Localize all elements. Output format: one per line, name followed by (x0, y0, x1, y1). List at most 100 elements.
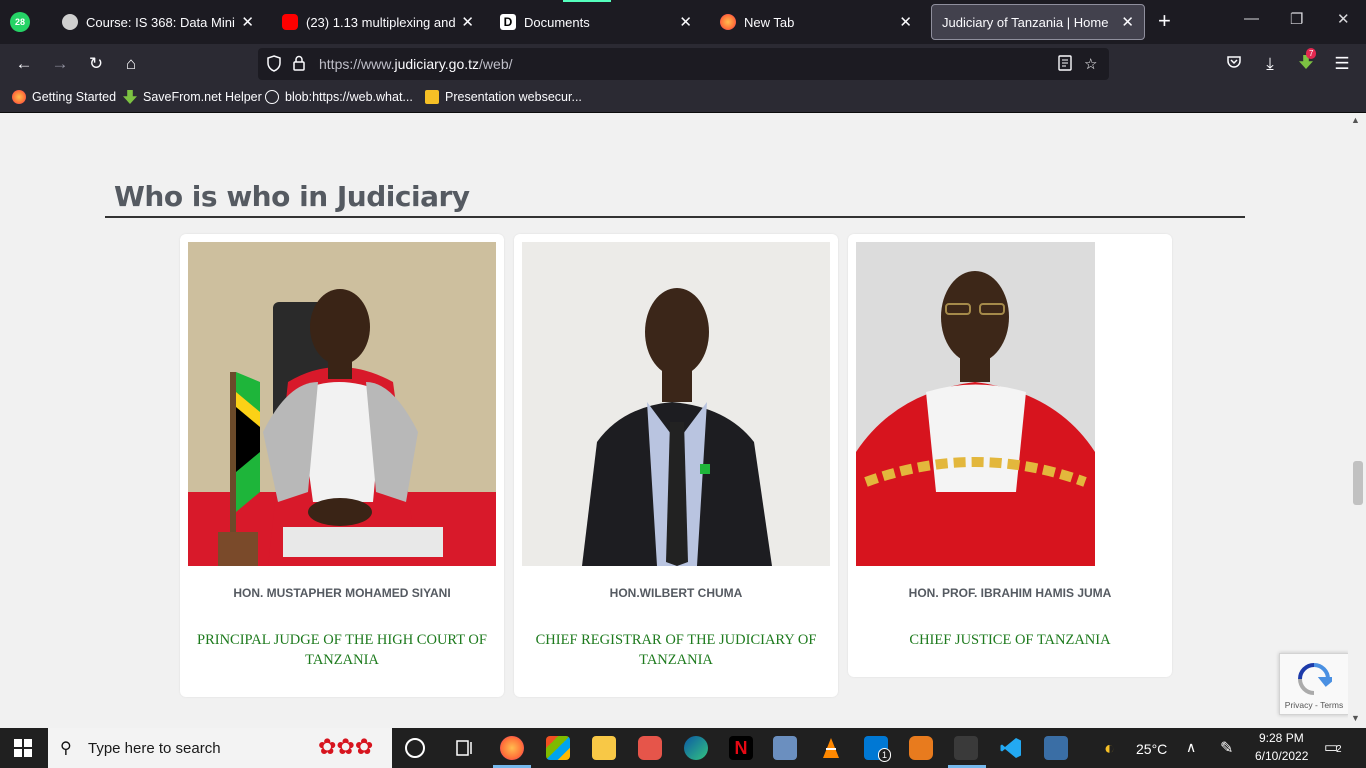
bookmark-label: Presentation websecur... (445, 90, 582, 104)
forward-icon[interactable]: → (50, 54, 70, 74)
task-view-icon[interactable] (453, 736, 477, 760)
documents-icon: D (500, 14, 516, 30)
bookmark-presentation[interactable]: Presentation websecur... (425, 90, 582, 104)
reload-icon[interactable]: ↻ (86, 54, 106, 74)
clock-date[interactable]: 6/10/2022 (1255, 749, 1308, 763)
url-bar[interactable]: https://www.judiciary.go.tz/web/ ☆ (258, 48, 1109, 80)
clock-time[interactable]: 9:28 PM (1259, 731, 1304, 745)
tracking-shield-icon[interactable] (266, 55, 282, 76)
bookmarks-toolbar: Getting Started SaveFrom.net Helper blob… (0, 84, 1366, 113)
scrollbar-thumb[interactable] (1353, 461, 1363, 505)
remote-desktop-icon[interactable] (773, 736, 797, 760)
restore-icon[interactable]: ❐ (1290, 10, 1303, 28)
firefox-taskbar-icon[interactable] (500, 736, 524, 760)
page-viewport: Who is who in Judiciary HON. MUSTAPHER M… (0, 113, 1366, 728)
close-icon[interactable]: ✕ (241, 13, 254, 31)
savefrom-icon (123, 90, 137, 104)
bookmark-savefrom[interactable]: SaveFrom.net Helper (123, 90, 262, 104)
url-text[interactable]: https://www.judiciary.go.tz/web/ (319, 56, 513, 72)
close-icon[interactable]: ✕ (679, 13, 692, 31)
person-photo (856, 242, 1095, 566)
scroll-up-icon[interactable]: ▲ (1351, 115, 1360, 125)
window-close-icon[interactable]: ✕ (1337, 10, 1350, 28)
back-icon[interactable]: ← (14, 54, 34, 74)
edge-icon[interactable] (684, 736, 708, 760)
section-title: Who is who in Judiciary (114, 180, 470, 213)
extension-badge: 7 (1306, 48, 1317, 59)
close-icon[interactable]: ✕ (461, 13, 474, 31)
xampp-icon[interactable] (909, 736, 933, 760)
tab-documents[interactable]: D Documents ✕ (490, 4, 702, 40)
title-divider (105, 216, 1245, 218)
lock-icon[interactable] (292, 55, 306, 75)
url-prefix: https://www. (319, 56, 395, 72)
file-explorer-icon[interactable] (592, 736, 616, 760)
tab-title: New Tab (744, 14, 795, 30)
page-scrollbar[interactable]: ▲ ▼ (1348, 113, 1366, 728)
pocket-icon[interactable] (1224, 54, 1244, 75)
person-role: CHIEF REGISTRAR OF THE JUDICIARY OF TANZ… (535, 632, 817, 668)
person-name: HON. PROF. IBRAHIM HAMIS JUMA (908, 586, 1112, 600)
close-icon[interactable]: ✕ (899, 13, 912, 31)
recaptcha-icon (1298, 663, 1332, 695)
bookmark-star-icon[interactable]: ☆ (1084, 55, 1097, 73)
scroll-down-icon[interactable]: ▼ (1351, 713, 1360, 723)
windows-start-icon[interactable] (14, 739, 32, 757)
bookmark-label: Getting Started (32, 90, 117, 104)
minimize-icon[interactable]: — (1244, 10, 1259, 27)
url-domain: judiciary.go.tz (394, 56, 480, 72)
new-tab-button[interactable]: + (1158, 10, 1171, 32)
reader-view-icon[interactable] (1058, 55, 1072, 75)
person-card[interactable]: HON.WILBERT CHUMA CHIEF REGISTRAR OF THE… (514, 234, 838, 697)
photos-icon[interactable] (1044, 736, 1068, 760)
downloads-icon[interactable]: ⤓ (1260, 54, 1280, 74)
tab-new-tab[interactable]: New Tab ✕ (710, 4, 922, 40)
bookmark-blob[interactable]: blob:https://web.what... (265, 90, 413, 104)
cortana-icon[interactable] (405, 738, 425, 758)
tab-loading-indicator (563, 0, 611, 2)
snipping-tool-icon[interactable] (954, 736, 978, 760)
person-photo (188, 242, 496, 566)
tab-title: (23) 1.13 multiplexing and typ (306, 14, 456, 30)
menu-icon[interactable]: ☰ (1332, 54, 1352, 74)
person-role: PRINCIPAL JUDGE OF THE HIGH COURT OF TAN… (197, 632, 487, 668)
tab-bar: 28 Course: IS 368: Data Mining and ✕ (23… (0, 0, 1366, 44)
recaptcha-badge[interactable]: Privacy - Terms (1279, 653, 1349, 715)
youtube-icon (282, 14, 298, 30)
tab-youtube[interactable]: (23) 1.13 multiplexing and typ ✕ (272, 4, 484, 40)
tab-course[interactable]: Course: IS 368: Data Mining and ✕ (52, 4, 264, 40)
whatsapp-badge-icon[interactable]: 28 (10, 12, 30, 32)
home-icon[interactable]: ⌂ (121, 54, 141, 74)
person-photo (522, 242, 830, 566)
bookmark-getting-started[interactable]: Getting Started (12, 90, 116, 104)
notification-count: 2 (1336, 744, 1342, 755)
search-icon: ⚲ (60, 740, 72, 757)
url-path: /web/ (479, 56, 513, 72)
pen-icon[interactable]: ✎ (1220, 738, 1233, 758)
taskbar-search[interactable]: ⚲ Type here to search ✿✿✿ (48, 728, 392, 768)
savefrom-extension-icon[interactable]: 7 (1296, 48, 1317, 74)
person-card[interactable]: HON. PROF. IBRAHIM HAMIS JUMA CHIEF JUST… (848, 234, 1172, 677)
tab-title: Course: IS 368: Data Mining and (86, 14, 235, 30)
tab-title: Documents (524, 14, 590, 30)
moodle-icon (62, 14, 78, 30)
tab-judiciary[interactable]: Judiciary of Tanzania | Home ✕ (931, 4, 1145, 40)
person-name: HON.WILBERT CHUMA (609, 586, 743, 600)
netflix-icon[interactable]: N (729, 736, 753, 760)
recaptcha-links[interactable]: Privacy - Terms (1280, 700, 1348, 710)
tab-title: Judiciary of Tanzania | Home (942, 14, 1109, 30)
camera-app-icon[interactable] (638, 736, 662, 760)
store-icon[interactable] (546, 736, 570, 760)
vscode-icon[interactable] (999, 736, 1023, 760)
weather-temperature[interactable]: 25°C (1136, 741, 1167, 757)
close-icon[interactable]: ✕ (1121, 13, 1134, 31)
mail-badge: 1 (878, 748, 892, 762)
vlc-icon[interactable] (819, 736, 843, 760)
person-card[interactable]: HON. MUSTAPHER MOHAMED SIYANI PRINCIPAL … (180, 234, 504, 697)
tray-chevron-icon[interactable]: ∧ (1186, 739, 1196, 756)
person-name: HON. MUSTAPHER MOHAMED SIYANI (233, 586, 451, 600)
slides-icon (425, 90, 439, 104)
weather-icon[interactable]: ◐ (1104, 738, 1115, 759)
mail-icon[interactable]: 1 (864, 736, 892, 762)
badge-count: 28 (14, 17, 25, 27)
